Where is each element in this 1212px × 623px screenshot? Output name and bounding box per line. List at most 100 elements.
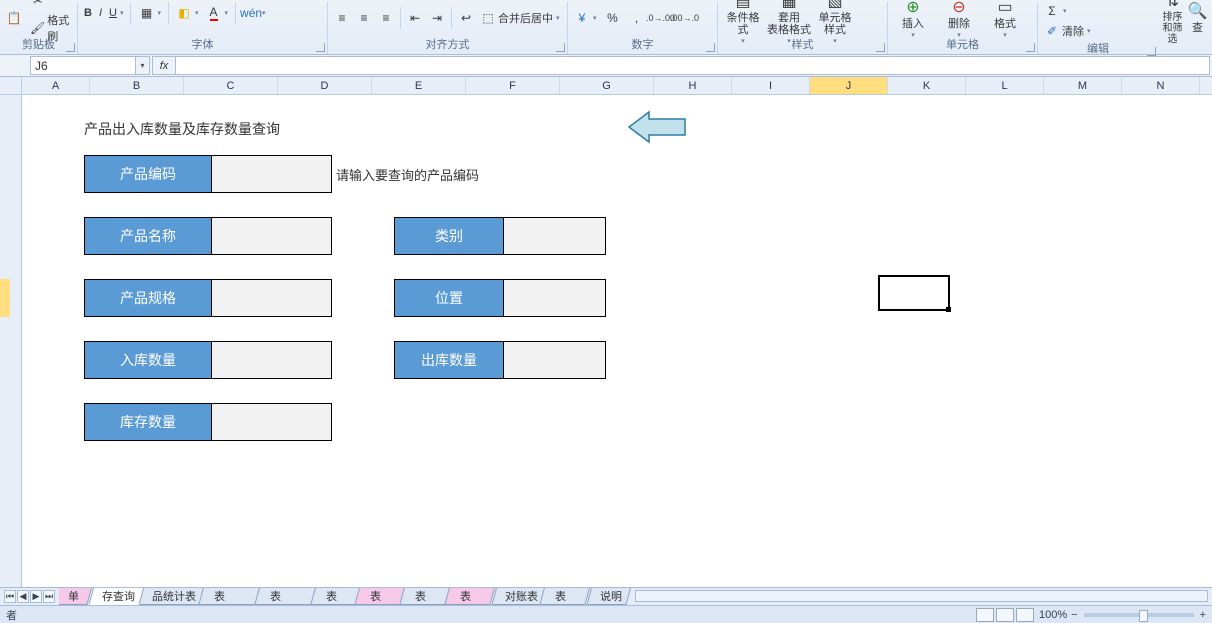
zoom-slider[interactable] bbox=[1084, 613, 1194, 617]
italic-button[interactable]: I bbox=[97, 6, 104, 20]
clear-label: 清除 bbox=[1062, 23, 1084, 39]
col-header-N[interactable]: N bbox=[1122, 77, 1200, 94]
outdent-button[interactable]: ⇤ bbox=[405, 9, 425, 27]
input-location[interactable] bbox=[504, 279, 606, 317]
merge-center-button[interactable]: ⬚合并后居中▾ bbox=[478, 9, 562, 27]
phonetic-icon: wén bbox=[243, 5, 259, 21]
insert-icon: ⊕ bbox=[903, 0, 923, 17]
formula-input[interactable] bbox=[176, 56, 1210, 75]
zoom-in-button[interactable]: + bbox=[1200, 609, 1206, 621]
paste-button[interactable]: 📋 bbox=[4, 9, 24, 27]
autosum-button[interactable]: Σ▾ bbox=[1042, 2, 1069, 20]
format-icon: ▭ bbox=[995, 0, 1015, 17]
sort-filter-button[interactable]: ⇅排序和筛选 bbox=[1162, 0, 1183, 45]
find-button[interactable]: 🔍查 bbox=[1187, 1, 1208, 34]
fx-button[interactable]: fx bbox=[152, 56, 176, 75]
col-header-M[interactable]: M bbox=[1044, 77, 1122, 94]
col-header-A[interactable]: A bbox=[22, 77, 90, 94]
fill-icon: ◧ bbox=[176, 5, 192, 21]
horizontal-scrollbar[interactable] bbox=[635, 590, 1209, 602]
label-in-qty: 入库数量 bbox=[84, 341, 212, 379]
col-header-G[interactable]: G bbox=[560, 77, 654, 94]
find-label: 查 bbox=[1192, 22, 1203, 34]
col-header-K[interactable]: K bbox=[888, 77, 966, 94]
name-box[interactable]: J6 ▾ bbox=[30, 56, 150, 75]
percent-button[interactable]: % bbox=[603, 9, 623, 27]
tab-nav-next[interactable]: ▶ bbox=[30, 590, 42, 603]
edit-group-label: 编辑 bbox=[1042, 40, 1154, 56]
underline-button[interactable]: U▾ bbox=[107, 6, 125, 20]
input-spec[interactable] bbox=[212, 279, 332, 317]
fill-color-button[interactable]: ◧▾ bbox=[174, 4, 201, 22]
col-header-I[interactable]: I bbox=[732, 77, 810, 94]
label-category: 类别 bbox=[394, 217, 504, 255]
find-icon: 🔍 bbox=[1188, 1, 1208, 21]
view-layout-button[interactable] bbox=[996, 608, 1014, 622]
form-title: 产品出入库数量及库存数量查询 bbox=[84, 119, 280, 139]
delete-label: 删除 bbox=[948, 18, 970, 30]
fontcolor-icon: A bbox=[206, 5, 222, 21]
view-normal-button[interactable] bbox=[976, 608, 994, 622]
sheet-tab[interactable]: 使用说明 bbox=[587, 588, 631, 605]
cells-group-label: 单元格 bbox=[892, 36, 1033, 52]
wrap-button[interactable]: ↩ bbox=[456, 9, 476, 27]
bold-button[interactable]: B bbox=[82, 6, 94, 20]
delete-icon: ⊖ bbox=[949, 0, 969, 17]
clear-button[interactable]: ✐清除▾ bbox=[1042, 22, 1093, 40]
tab-nav-prev[interactable]: ◀ bbox=[17, 590, 29, 603]
input-out-qty[interactable] bbox=[504, 341, 606, 379]
active-cell[interactable] bbox=[878, 275, 950, 311]
select-all-corner[interactable] bbox=[0, 77, 22, 94]
dec-decimal-button[interactable]: .00→.0 bbox=[675, 9, 695, 27]
tab-nav-first[interactable]: ⏮ bbox=[4, 590, 16, 603]
input-product-code[interactable] bbox=[212, 155, 332, 193]
name-box-dropdown[interactable]: ▾ bbox=[135, 57, 149, 74]
style-group-label: 样式 bbox=[722, 36, 883, 52]
col-header-H[interactable]: H bbox=[654, 77, 732, 94]
align-top-button[interactable]: ≡ bbox=[332, 9, 352, 27]
border-button[interactable]: ▦▾ bbox=[136, 4, 163, 22]
align-bot-button[interactable]: ≡ bbox=[376, 9, 396, 27]
cut-button[interactable]: ✂ bbox=[28, 0, 73, 10]
view-pagebreak-button[interactable] bbox=[1016, 608, 1034, 622]
insert-label: 插入 bbox=[902, 18, 924, 30]
font-color-button[interactable]: A▾ bbox=[204, 4, 231, 22]
sort-icon: ⇅ bbox=[1163, 0, 1183, 11]
label-product-code: 产品编码 bbox=[84, 155, 212, 193]
sheet-tab-bar: ⏮ ◀ ▶ ⏭ 收款单产品库存查询需进货物品统计表销售利润汇总表收支利润分析表付… bbox=[0, 587, 1212, 605]
number-format-button[interactable]: ¥▾ bbox=[572, 9, 599, 27]
number-group-label: 数字 bbox=[572, 36, 713, 52]
align-mid-button[interactable]: ≡ bbox=[354, 9, 374, 27]
zoom-out-button[interactable]: − bbox=[1071, 609, 1077, 621]
col-header-D[interactable]: D bbox=[278, 77, 372, 94]
tab-nav-last[interactable]: ⏭ bbox=[43, 590, 55, 603]
col-header-B[interactable]: B bbox=[90, 77, 184, 94]
back-arrow-shape[interactable] bbox=[627, 110, 689, 144]
input-category[interactable] bbox=[504, 217, 606, 255]
input-stock-qty[interactable] bbox=[212, 403, 332, 441]
indent-button[interactable]: ⇥ bbox=[427, 9, 447, 27]
phonetic-button[interactable]: wén▾ bbox=[241, 4, 268, 22]
label-spec: 产品规格 bbox=[84, 279, 212, 317]
col-header-C[interactable]: C bbox=[184, 77, 278, 94]
sheet-tab[interactable]: 产品库存查询 bbox=[88, 588, 149, 605]
font-group-label: 字体 bbox=[82, 36, 323, 52]
format-button[interactable]: ▭格式▾ bbox=[984, 0, 1026, 39]
inc-decimal-button[interactable]: .0→.00 bbox=[651, 9, 671, 27]
name-box-value: J6 bbox=[35, 59, 48, 73]
insert-button[interactable]: ⊕插入▾ bbox=[892, 0, 934, 39]
input-in-qty[interactable] bbox=[212, 341, 332, 379]
sigma-icon: Σ bbox=[1044, 3, 1060, 19]
col-header-F[interactable]: F bbox=[466, 77, 560, 94]
col-header-J[interactable]: J bbox=[810, 77, 888, 94]
col-header-E[interactable]: E bbox=[372, 77, 466, 94]
wrap-icon: ↩ bbox=[458, 10, 474, 26]
cells-canvas[interactable]: 产品出入库数量及库存数量查询 产品编码 请输入要查询的产品编码 产品名称 类别 … bbox=[22, 95, 1212, 587]
input-product-name[interactable] bbox=[212, 217, 332, 255]
col-header-L[interactable]: L bbox=[966, 77, 1044, 94]
delete-button[interactable]: ⊖删除▾ bbox=[938, 0, 980, 39]
label-location: 位置 bbox=[394, 279, 504, 317]
column-headers: ABCDEFGHIJKLMN bbox=[0, 77, 1212, 95]
comma-button[interactable]: , bbox=[627, 9, 647, 27]
status-bar: 者 100% − + bbox=[0, 605, 1212, 623]
